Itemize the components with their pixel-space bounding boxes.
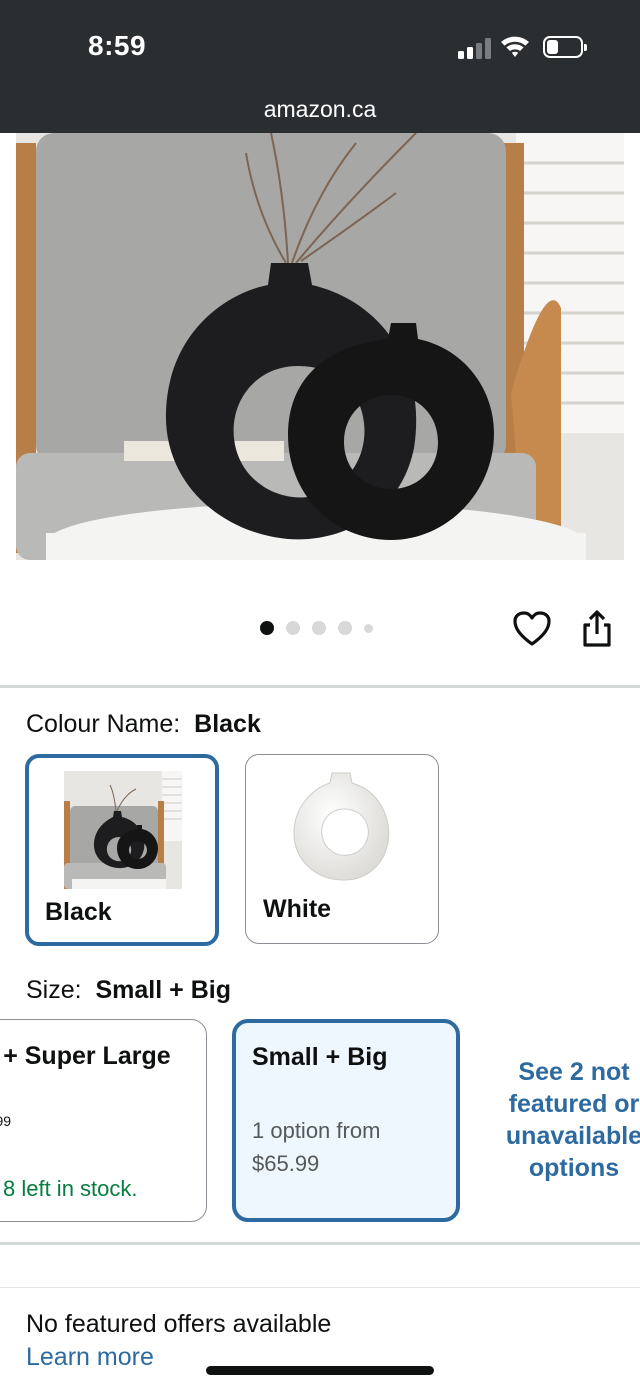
image-pager[interactable] [260, 620, 373, 636]
section-divider [0, 1287, 640, 1288]
product-image[interactable] [16, 133, 624, 560]
size-option-title: Small + Big [252, 1043, 388, 1071]
black-vase-thumbnail [64, 771, 182, 889]
colour-label: Colour Name: [26, 710, 181, 738]
section-divider [0, 685, 640, 688]
link-line: options [528, 1154, 620, 1182]
home-indicator[interactable] [206, 1366, 434, 1375]
pager-dot[interactable] [364, 623, 373, 633]
link-line: unavailable [505, 1122, 640, 1150]
learn-more-link[interactable]: Learn more [26, 1343, 154, 1372]
no-offers-message: No featured offers available [26, 1310, 332, 1338]
price-cents: 99 [0, 1113, 12, 1129]
size-option-small-big[interactable]: Small + Big 1 option from $65.99 [232, 1019, 460, 1222]
size-option-super-large[interactable]: g + Super Large 999 ly 8 left in stock. [0, 1019, 207, 1222]
status-time: 8:59 [88, 30, 147, 61]
colour-option-label: Black [45, 898, 112, 926]
heart-icon[interactable] [512, 610, 552, 648]
colour-option-black[interactable]: Black [25, 754, 219, 946]
offer-count: 1 option from [252, 1118, 381, 1143]
link-line: featured or [508, 1090, 640, 1118]
size-label: Size: [26, 976, 82, 1004]
share-icon[interactable] [580, 610, 614, 648]
size-option-title: g + Super Large [0, 1042, 171, 1070]
stock-status: ly 8 left in stock. [0, 1176, 138, 1201]
battery-icon [543, 36, 587, 58]
colour-selected-value: Black [194, 710, 261, 738]
address-bar-url[interactable]: amazon.ca [0, 96, 640, 123]
link-line: See 2 not [518, 1058, 630, 1086]
wifi-icon [501, 36, 529, 57]
pager-dot[interactable] [338, 621, 352, 635]
pager-dot[interactable] [286, 621, 300, 635]
colour-name-row: Colour Name: Black [26, 710, 261, 739]
size-option-offer: 1 option from $65.99 [252, 1114, 452, 1180]
pager-dot[interactable] [312, 621, 326, 635]
colour-option-white[interactable]: White [245, 754, 439, 944]
pager-dot[interactable] [260, 621, 274, 635]
white-vase-thumbnail [293, 772, 390, 881]
see-unavailable-options-link[interactable]: See 2 not featured or unavailable option… [490, 1056, 640, 1184]
colour-option-label: White [263, 895, 332, 923]
section-divider [0, 1242, 640, 1245]
size-option-price: 999 [0, 1112, 11, 1143]
browser-header: 8:59 amazon.ca [0, 0, 640, 133]
cellular-signal-icon [458, 37, 492, 59]
size-selected-value: Small + Big [95, 976, 231, 1004]
size-row: Size: Small + Big [26, 976, 231, 1005]
offer-price: $65.99 [252, 1151, 320, 1176]
